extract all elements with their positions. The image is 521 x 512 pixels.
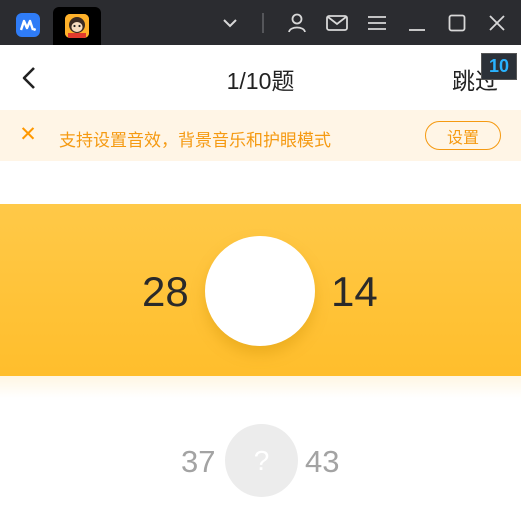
right-number: 14 <box>331 268 378 315</box>
notice-text: 支持设置音效，背景音乐和护眼模式 <box>59 131 331 150</box>
app-avatar-icon <box>65 14 89 38</box>
maximize-icon[interactable] <box>446 12 468 34</box>
menu-icon[interactable] <box>366 12 388 34</box>
settings-button[interactable]: 设置 <box>425 121 501 150</box>
app-logo-icon[interactable] <box>16 13 40 37</box>
left-number: 28 <box>142 268 189 315</box>
next-placeholder-circle: ? <box>225 424 298 497</box>
question-progress: 1/10题 <box>226 68 295 94</box>
user-icon[interactable] <box>286 12 308 34</box>
notice-close-button[interactable]: ✕ <box>18 124 38 146</box>
titlebar-divider <box>262 13 264 33</box>
answer-circle[interactable] <box>205 236 315 346</box>
card-shadow <box>0 376 521 398</box>
navbar: 1/10题 跳过 <box>0 45 521 109</box>
notice-banner: ✕ 支持设置音效，背景音乐和护眼模式 设置 <box>0 110 521 161</box>
app-tab[interactable] <box>53 7 101 45</box>
next-right-number: 43 <box>305 444 340 479</box>
window-titlebar <box>0 0 521 45</box>
chevron-down-icon[interactable] <box>219 12 241 34</box>
count-badge: 10 <box>481 53 517 80</box>
close-icon[interactable] <box>486 12 508 34</box>
mail-icon[interactable] <box>326 12 348 34</box>
next-left-number: 37 <box>181 444 216 479</box>
minimize-icon[interactable] <box>406 12 428 34</box>
